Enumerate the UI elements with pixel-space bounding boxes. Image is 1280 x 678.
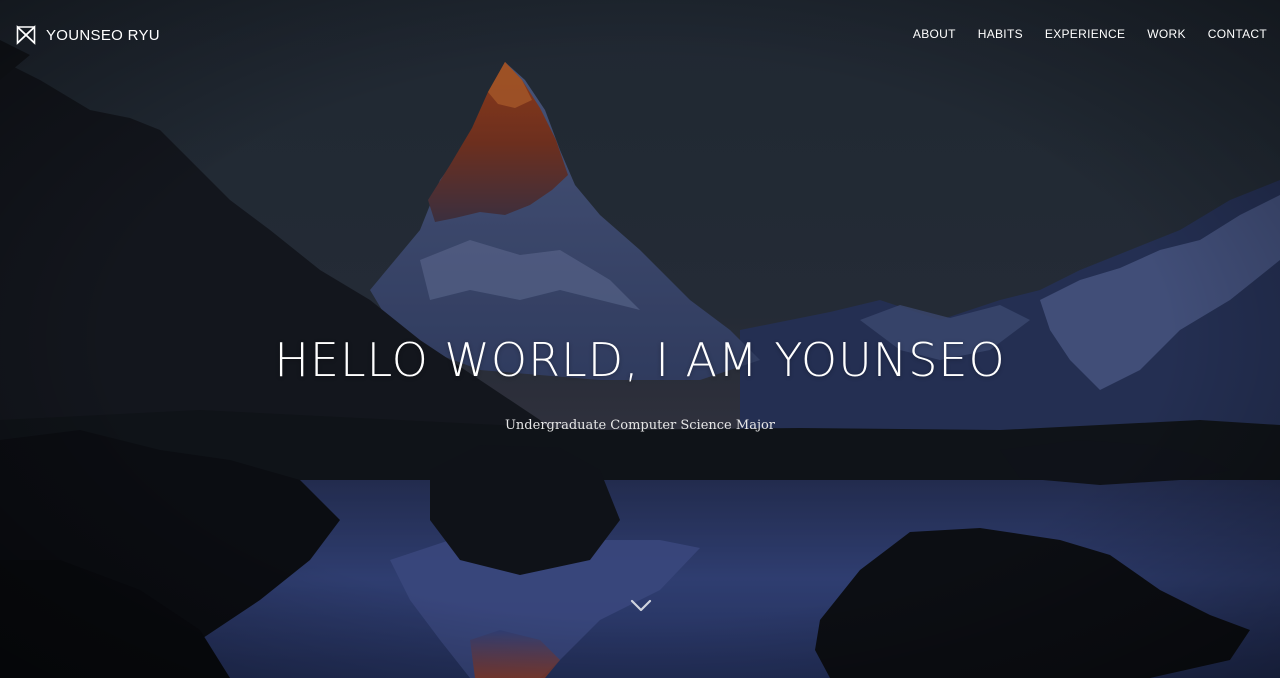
hero-section: YOUNSEO RYU ABOUT HABITS EXPERIENCE WORK… [0, 0, 1280, 678]
nav-item-contact[interactable]: CONTACT [1208, 27, 1267, 41]
nav-item-about[interactable]: ABOUT [913, 27, 956, 41]
nav-item-habits[interactable]: HABITS [978, 27, 1023, 41]
navbar: YOUNSEO RYU ABOUT HABITS EXPERIENCE WORK… [0, 0, 1280, 70]
nav-item-work[interactable]: WORK [1147, 27, 1186, 41]
nav-item-experience[interactable]: EXPERIENCE [1045, 27, 1125, 41]
bowtie-logo-icon [16, 25, 36, 45]
brand-name: YOUNSEO RYU [46, 26, 160, 44]
hero-subtitle: Undergraduate Computer Science Major [504, 418, 776, 433]
hero-headline: HELLO WORLD, I AM YOUNSEO [274, 333, 1006, 387]
chevron-down-icon[interactable] [629, 596, 653, 616]
brand-link[interactable]: YOUNSEO RYU [16, 24, 160, 46]
nav-menu: ABOUT HABITS EXPERIENCE WORK CONTACT [891, 27, 1267, 41]
